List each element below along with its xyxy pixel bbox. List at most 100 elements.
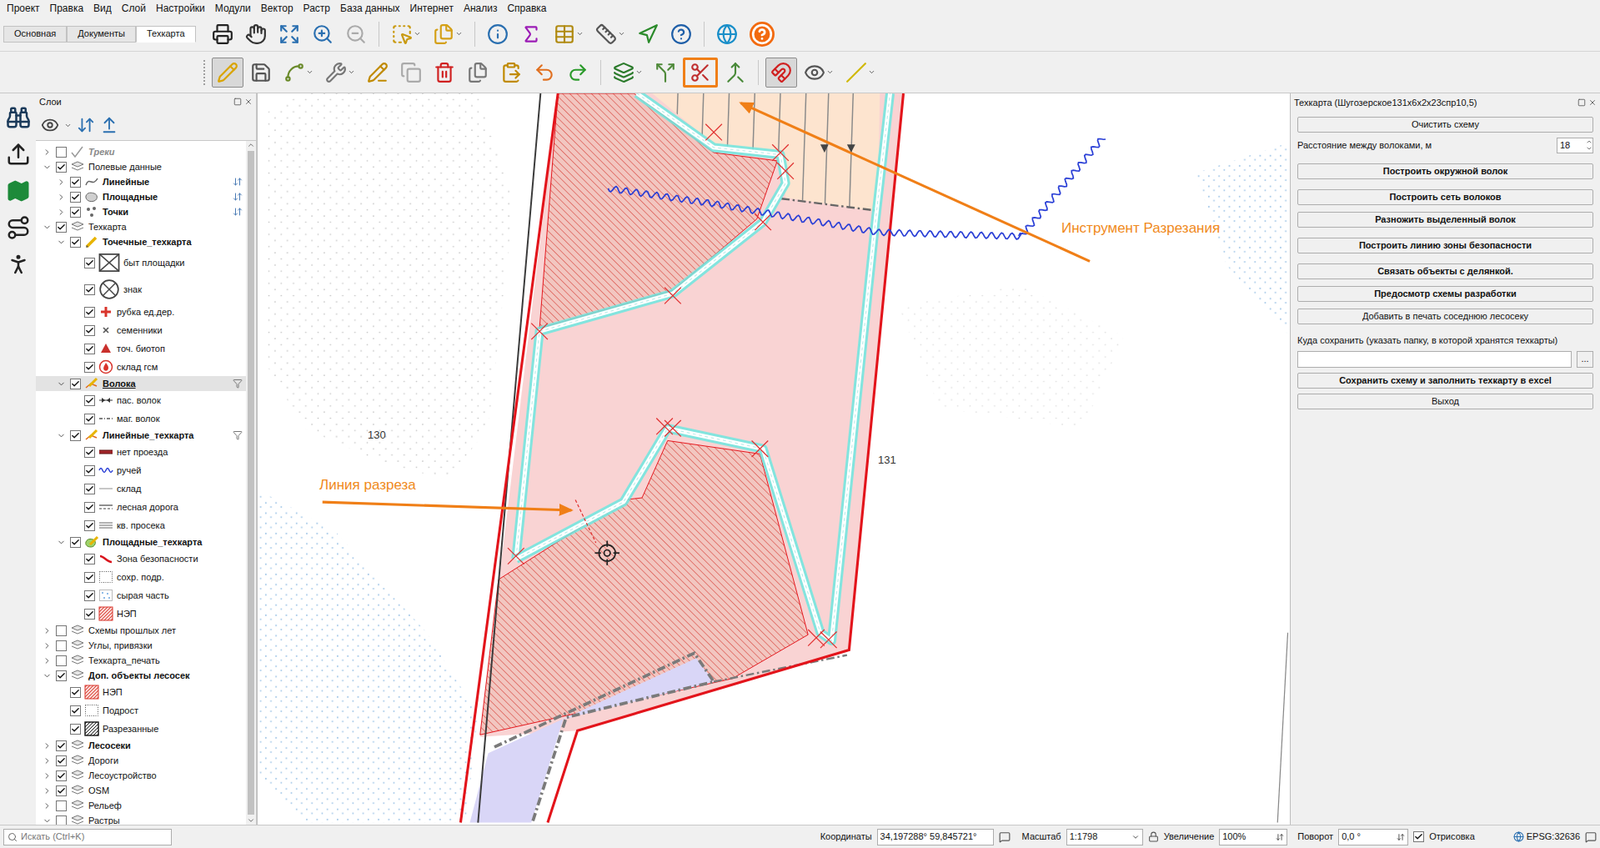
scroll-down-icon[interactable] [246, 816, 256, 825]
layer-visibility-checkbox[interactable] [70, 723, 81, 735]
layer-tree-row[interactable]: маг. волок [35, 409, 246, 428]
layer-visibility-checkbox[interactable] [70, 206, 81, 218]
statistics-button[interactable] [515, 19, 547, 50]
layer-visibility-checkbox[interactable] [55, 625, 67, 637]
menu-item[interactable]: Анализ [458, 0, 503, 16]
layer-tree-row[interactable]: точ. биотоп [35, 339, 246, 358]
layer-tree-row[interactable]: Полевые данные [35, 159, 246, 175]
scroll-up-icon[interactable] [246, 140, 256, 150]
menu-item[interactable]: Интернет [405, 0, 459, 16]
layer-tree-row[interactable]: Техкарта_печать [35, 652, 246, 668]
scale-field[interactable]: 1:1798 [1066, 828, 1144, 846]
pan-button[interactable] [240, 19, 272, 50]
expander[interactable] [40, 222, 53, 232]
layer-tree-row[interactable]: Дороги [35, 752, 246, 768]
layer-tree-row[interactable]: Зона безопасности [35, 549, 246, 568]
visibility-icon[interactable] [40, 115, 60, 135]
layer-visibility-checkbox[interactable] [84, 446, 96, 458]
layer-tree-row[interactable]: Треки [35, 144, 246, 160]
expander[interactable] [55, 177, 67, 187]
expander[interactable] [55, 192, 67, 202]
scroll-thumb[interactable] [247, 150, 255, 815]
menu-item[interactable]: Вид [88, 0, 117, 16]
layer-tree-row[interactable]: Точечные_техкарта [35, 234, 246, 250]
toolbar-tab[interactable]: Техкарта [135, 25, 196, 43]
view-button[interactable] [798, 57, 839, 88]
layer-visibility-checkbox[interactable] [70, 536, 81, 548]
layer-tree-row[interactable]: сохр. подр. [35, 567, 246, 587]
layer-visibility-checkbox[interactable] [55, 755, 67, 767]
layer-tree-row[interactable]: пас. волок [35, 391, 246, 410]
expander[interactable] [55, 431, 67, 441]
layer-tree-row[interactable]: Лесоустройство [35, 767, 246, 783]
layer-visibility-checkbox[interactable] [84, 395, 96, 407]
expander[interactable] [55, 537, 67, 547]
magnifier-field[interactable]: 100% [1218, 828, 1288, 846]
layer-tree-row[interactable]: семенники [35, 321, 246, 340]
menu-item[interactable]: Правка [45, 0, 90, 16]
menu-item[interactable]: Слой [116, 0, 151, 16]
layer-visibility-checkbox[interactable] [70, 378, 81, 390]
layer-visibility-checkbox[interactable] [55, 640, 67, 652]
layer-visibility-checkbox[interactable] [70, 430, 81, 442]
select-button[interactable] [386, 19, 427, 50]
layer-tree-row[interactable]: лесная дорога [35, 497, 246, 517]
about-button[interactable] [749, 21, 775, 47]
dropdown-arrow-icon[interactable] [1131, 832, 1140, 842]
layer-visibility-checkbox[interactable] [55, 161, 67, 173]
layer-visibility-checkbox[interactable] [55, 815, 67, 826]
decrement-icon[interactable] [1585, 145, 1593, 152]
layer-tree-row[interactable]: кв. просека [35, 516, 246, 535]
plugin-button[interactable]: Разножить выделенный волок [1297, 211, 1594, 228]
layer-tree-row[interactable]: Углы, привязки [35, 637, 246, 653]
toggle-editing-button[interactable] [211, 57, 244, 88]
layer-tree-row[interactable]: Растры [35, 812, 246, 825]
copy-button[interactable] [461, 57, 494, 88]
measure-button[interactable] [590, 19, 631, 50]
expander[interactable] [40, 816, 53, 826]
attribute-table-button[interactable] [548, 19, 589, 50]
scrollbar[interactable] [245, 140, 256, 825]
dropdown-arrow-icon[interactable] [64, 121, 72, 130]
edit-attributes-button[interactable] [361, 57, 394, 88]
layer-tree-row[interactable]: ручей [35, 461, 246, 480]
extents-icon[interactable] [998, 831, 1011, 843]
menu-item[interactable]: Вектор [255, 0, 299, 16]
float-icon[interactable] [233, 97, 242, 106]
expander[interactable] [40, 656, 53, 666]
search-box[interactable]: Искать (Ctrl+K) [3, 828, 172, 846]
collapse-icon[interactable] [100, 115, 119, 135]
toolbar-tab[interactable]: Документы [66, 25, 136, 43]
layer-visibility-checkbox[interactable] [55, 655, 67, 667]
menu-item[interactable]: Настройки [150, 0, 211, 16]
layer-indicator[interactable] [232, 206, 243, 217]
split-features-button[interactable] [682, 57, 718, 88]
layer-visibility-checkbox[interactable] [84, 590, 96, 602]
upload-icon[interactable] [5, 141, 31, 167]
plugin-button[interactable]: Связать объекты с делянкой. [1297, 263, 1594, 280]
digitize-button[interactable] [278, 57, 319, 88]
layer-tree-row[interactable]: Техкарта [35, 219, 246, 235]
layer-tree-row[interactable]: нет проезда [35, 442, 246, 462]
coordinates-field[interactable]: 34,197288° 59,845721° [877, 828, 994, 846]
map-canvas[interactable]: 130131 [256, 93, 1291, 825]
save-path-input[interactable] [1297, 351, 1572, 368]
expander[interactable] [40, 756, 53, 766]
menu-item[interactable]: База данных [335, 0, 405, 16]
toolbar-tab[interactable]: Основная [3, 25, 67, 43]
map-icon[interactable] [5, 178, 31, 204]
menu-item[interactable]: Растр [298, 0, 336, 16]
expander[interactable] [40, 671, 53, 681]
layer-tree-row[interactable]: OSM [35, 782, 246, 798]
walker-icon[interactable] [5, 251, 31, 277]
redo-button[interactable] [561, 57, 594, 88]
close-icon[interactable] [1588, 98, 1597, 107]
layer-visibility-checkbox[interactable] [84, 413, 96, 425]
layer-visibility-checkbox[interactable] [84, 501, 96, 513]
browse-button[interactable]: ... [1576, 351, 1594, 368]
undo-button[interactable] [528, 57, 561, 88]
layer-tree-row[interactable]: склад гсм [35, 357, 246, 377]
expander[interactable] [40, 786, 53, 796]
layer-visibility-checkbox[interactable] [55, 221, 67, 233]
layer-visibility-checkbox[interactable] [55, 740, 67, 752]
